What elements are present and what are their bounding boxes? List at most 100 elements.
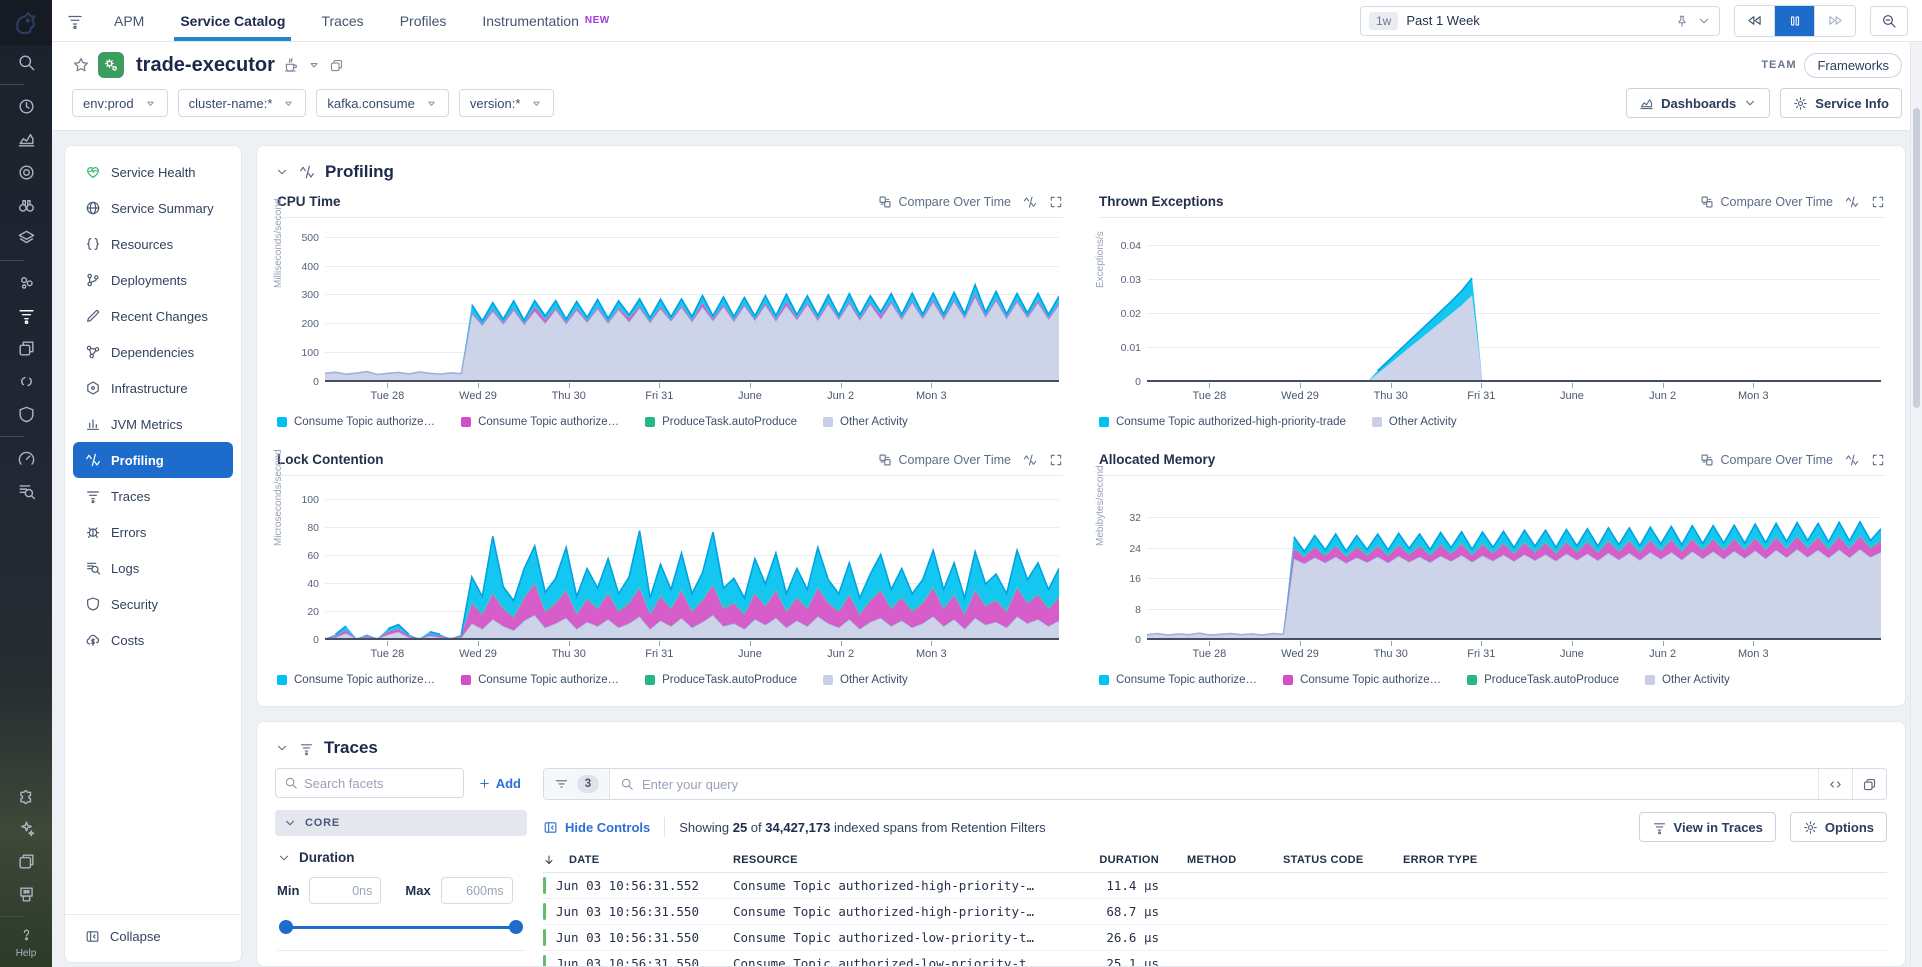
nav-tab-traces[interactable]: Traces [303, 0, 381, 41]
apm-rail-icon[interactable] [0, 299, 52, 332]
compare-over-time-button[interactable]: Compare Over Time [1700, 453, 1833, 467]
window-scrollbar[interactable] [1910, 42, 1922, 967]
compare-over-time-button[interactable]: Compare Over Time [878, 453, 1011, 467]
cluster-rail-icon[interactable] [0, 266, 52, 299]
column-header-status-code[interactable]: STATUS CODE [1259, 854, 1379, 866]
sidebar-item-service-health[interactable]: Service Health [73, 154, 233, 190]
query-filter-toggle[interactable]: 3 [544, 769, 610, 799]
profile-compare-icon[interactable] [1023, 195, 1037, 209]
sidebar-collapse-button[interactable]: Collapse [73, 919, 233, 954]
zoom-out-button[interactable] [1870, 6, 1908, 36]
legend-item[interactable]: Consume Topic authorize… [461, 674, 619, 686]
pause-button[interactable] [1775, 6, 1815, 36]
legend-item[interactable]: Other Activity [823, 674, 908, 686]
binoculars-rail-icon[interactable] [0, 189, 52, 222]
expand-icon[interactable] [1871, 453, 1885, 467]
shield-rail-icon[interactable] [0, 398, 52, 431]
slider-handle-min[interactable] [279, 920, 293, 934]
legend-item[interactable]: Consume Topic authorize… [1283, 674, 1441, 686]
legend-item[interactable]: Other Activity [1645, 674, 1730, 686]
compare-over-time-button[interactable]: Compare Over Time [878, 195, 1011, 209]
favorite-star-icon[interactable] [72, 56, 90, 74]
team-pill[interactable]: Frameworks [1804, 53, 1902, 78]
windows-rail-icon[interactable] [0, 332, 52, 365]
column-header-date[interactable]: DATE [543, 854, 733, 866]
time-range-picker[interactable]: 1w Past 1 Week [1360, 6, 1720, 36]
sidebar-item-logs[interactable]: Logs [73, 550, 233, 586]
legend-item[interactable]: ProduceTask.autoProduce [1467, 674, 1619, 686]
options-button[interactable]: Options [1790, 812, 1887, 842]
expand-icon[interactable] [1871, 195, 1885, 209]
chart-plot-area[interactable]: 0100200300400500 [325, 232, 1059, 382]
duration-min-input[interactable] [309, 877, 381, 904]
expand-icon[interactable] [1049, 453, 1063, 467]
hide-controls-button[interactable]: Hide Controls [543, 820, 650, 835]
view-in-traces-button[interactable]: View in Traces [1639, 812, 1776, 842]
legend-item[interactable]: ProduceTask.autoProduce [645, 416, 797, 428]
profile-compare-icon[interactable] [1023, 453, 1037, 467]
chevron-down-icon[interactable] [275, 165, 289, 179]
service-info-button[interactable]: Service Info [1780, 88, 1902, 118]
slider-handle-max[interactable] [509, 920, 523, 934]
filter-pill-kafka-consume[interactable]: kafka.consume [316, 89, 448, 117]
profile-compare-icon[interactable] [1845, 195, 1859, 209]
legend-item[interactable]: ProduceTask.autoProduce [645, 674, 797, 686]
chevron-down-icon[interactable] [275, 741, 289, 755]
nav-tab-instrumentation[interactable]: InstrumentationNEW [464, 0, 627, 41]
chart-plot-area[interactable]: 00.010.020.030.04 [1147, 232, 1881, 382]
forward-button[interactable] [1815, 6, 1855, 36]
datadog-logo[interactable] [0, 0, 52, 46]
puzzle-rail-icon[interactable] [0, 779, 52, 812]
help-button[interactable]: Help [0, 922, 52, 967]
filter-pill-version-[interactable]: version:* [459, 89, 555, 117]
column-header-duration[interactable]: DURATION [1073, 854, 1163, 866]
legend-item[interactable]: Consume Topic authorize… [461, 416, 619, 428]
legend-item[interactable]: Consume Topic authorize… [277, 674, 435, 686]
sidebar-item-infrastructure[interactable]: Infrastructure [73, 370, 233, 406]
add-facet-button[interactable]: Add [472, 776, 527, 791]
legend-item[interactable]: Consume Topic authorize… [277, 416, 435, 428]
duration-range-slider[interactable] [279, 920, 523, 934]
span-row[interactable]: Jun 03 10:56:31.550Consume Topic authori… [543, 951, 1887, 967]
layers-rail-icon[interactable] [0, 222, 52, 255]
chart-plot-area[interactable]: 020406080100 [325, 490, 1059, 640]
core-facet-group-header[interactable]: CORE [275, 810, 527, 836]
copy-query-icon[interactable] [1852, 769, 1886, 799]
search-rail-icon[interactable] [0, 46, 52, 79]
expand-icon[interactable] [1049, 195, 1063, 209]
column-header-error-type[interactable]: ERROR TYPE [1379, 854, 1499, 866]
chevron-down-icon[interactable] [1697, 14, 1711, 28]
span-row[interactable]: Jun 03 10:56:31.550Consume Topic authori… [543, 899, 1887, 925]
nav-tab-service-catalog[interactable]: Service Catalog [162, 0, 303, 41]
duration-max-input[interactable] [441, 877, 513, 904]
span-row[interactable]: Jun 03 10:56:31.550Consume Topic authori… [543, 925, 1887, 951]
gauge-rail-icon[interactable] [0, 442, 52, 475]
pages-rail-icon[interactable] [0, 845, 52, 878]
dashboards-button[interactable]: Dashboards [1626, 88, 1770, 118]
history-rail-icon[interactable] [0, 90, 52, 123]
nav-tab-apm[interactable]: APM [96, 0, 162, 41]
area-chart-rail-icon[interactable] [0, 123, 52, 156]
compare-over-time-button[interactable]: Compare Over Time [1700, 195, 1833, 209]
copy-service-icon[interactable] [329, 58, 344, 73]
profile-compare-icon[interactable] [1845, 453, 1859, 467]
span-row[interactable]: Jun 03 10:56:31.552Consume Topic authori… [543, 873, 1887, 899]
pixel-rail-icon[interactable] [0, 878, 52, 911]
scrollbar-thumb[interactable] [1913, 108, 1920, 408]
sidebar-item-traces[interactable]: Traces [73, 478, 233, 514]
service-caret-icon[interactable] [307, 58, 321, 72]
sparkles-rail-icon[interactable] [0, 812, 52, 845]
sidebar-item-resources[interactable]: Resources [73, 226, 233, 262]
sidebar-item-deployments[interactable]: Deployments [73, 262, 233, 298]
filter-pill-cluster-name-[interactable]: cluster-name:* [178, 89, 307, 117]
link-rail-icon[interactable] [0, 365, 52, 398]
query-input[interactable] [642, 777, 1808, 792]
duration-facet-header[interactable]: Duration [277, 850, 525, 865]
column-header-resource[interactable]: RESOURCE [733, 854, 1073, 866]
rewind-button[interactable] [1735, 6, 1775, 36]
pin-icon[interactable] [1675, 14, 1689, 28]
facet-search-input[interactable] [304, 776, 455, 791]
column-header-method[interactable]: METHOD [1163, 854, 1259, 866]
filter-pill-env-prod[interactable]: env:prod [72, 89, 168, 117]
sidebar-item-service-summary[interactable]: Service Summary [73, 190, 233, 226]
